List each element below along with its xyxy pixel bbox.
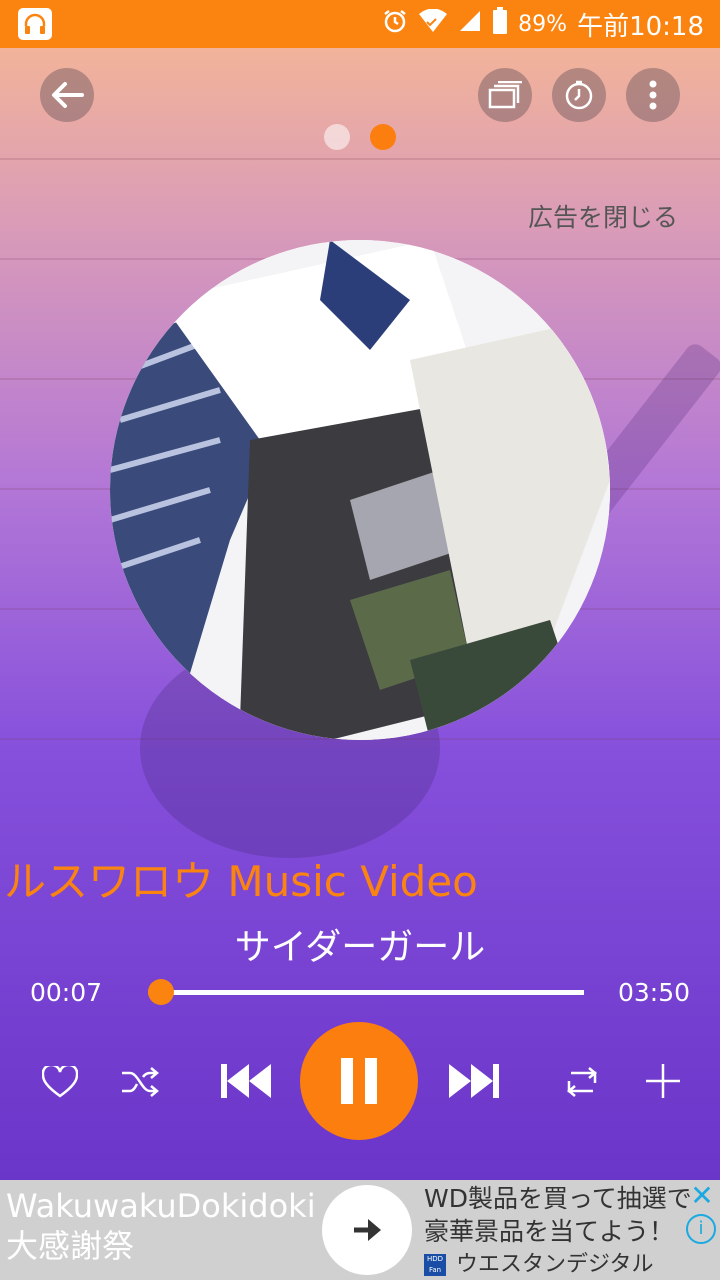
pause-icon	[341, 1058, 377, 1104]
song-title-marquee: ルスワロウ Music Video	[0, 848, 720, 904]
back-arrow-icon	[52, 82, 84, 108]
add-to-playlist-button[interactable]	[640, 1058, 686, 1104]
more-options-button[interactable]	[626, 68, 680, 122]
elapsed-time: 00:07	[30, 978, 103, 1007]
repeat-icon	[567, 1067, 597, 1097]
ad-headline-2: 大感謝祭	[6, 1227, 135, 1265]
heart-icon	[42, 1066, 78, 1098]
next-button[interactable]	[446, 1058, 502, 1104]
repeat-button[interactable]	[560, 1060, 604, 1104]
ad-text-2: 豪華景品を当てよう！	[424, 1217, 675, 1246]
page-indicator-2[interactable]	[370, 124, 396, 150]
previous-button[interactable]	[218, 1058, 274, 1104]
ad-info-icon[interactable]: i	[686, 1214, 716, 1244]
wifi-icon	[418, 8, 448, 39]
queue-button[interactable]	[478, 68, 532, 122]
brand-logo: HDD Fan	[424, 1253, 446, 1276]
favorite-button[interactable]	[38, 1060, 82, 1104]
ad-brand-name: ウエスタンデジタル	[456, 1252, 654, 1277]
album-art	[110, 240, 610, 740]
ad-action-button[interactable]	[322, 1185, 412, 1275]
headphones-app-icon	[18, 8, 52, 40]
plus-icon	[646, 1064, 680, 1098]
status-bar: 89% 午前10:18	[0, 0, 720, 48]
shuffle-icon	[122, 1067, 159, 1097]
back-button[interactable]	[40, 68, 94, 122]
ad-close-icon[interactable]: ✕	[688, 1182, 716, 1210]
ad-banner[interactable]: WakuwakuDokidoki 大感謝祭 WD製品を買って抽選で 豪華景品を当…	[0, 1180, 720, 1280]
battery-percent: 89%	[518, 11, 568, 37]
skip-previous-icon	[221, 1064, 271, 1098]
shuffle-button[interactable]	[118, 1060, 162, 1104]
page-indicator-1[interactable]	[324, 124, 350, 150]
arrow-right-icon	[354, 1219, 381, 1241]
song-title: ルスワロウ Music Video	[4, 857, 478, 904]
pause-button[interactable]	[300, 1022, 418, 1140]
alarm-icon	[382, 8, 408, 40]
seek-thumb[interactable]	[148, 979, 175, 1005]
clock: 午前10:18	[577, 11, 704, 42]
battery-icon	[492, 7, 508, 41]
seek-bar[interactable]	[148, 990, 584, 995]
queue-icon	[488, 81, 522, 109]
ad-text-1: WD製品を買って抽選で	[424, 1184, 692, 1213]
total-duration: 03:50	[617, 978, 690, 1007]
timer-icon	[565, 80, 593, 110]
close-ad-link[interactable]: 広告を閉じる	[528, 198, 678, 234]
ad-headline-1: WakuwakuDokidoki	[6, 1187, 316, 1225]
skip-next-icon	[449, 1064, 499, 1098]
sleep-timer-button[interactable]	[552, 68, 606, 122]
signal-icon	[458, 9, 482, 39]
more-vertical-icon	[649, 80, 657, 110]
artist-name: サイダーガール	[234, 927, 486, 968]
